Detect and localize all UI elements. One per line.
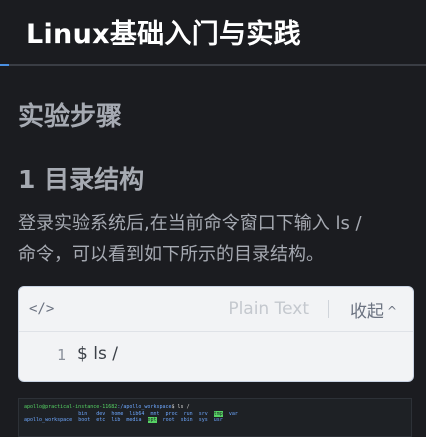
app-header: Linux基础入门与实践: [0, 0, 426, 66]
terminal-screenshot: apollo@practical-instance-11682:/apollo_…: [18, 398, 412, 437]
line-number: 1: [57, 346, 67, 364]
paragraph-line-2: 命令，可以看到如下所示的目录结构。: [18, 244, 324, 265]
terminal-row-2: apollo_workspace boot etc lib media opt …: [24, 417, 223, 423]
terminal-row-1: bin dev home lib64 mnt proc run srv tmp …: [78, 410, 238, 417]
collapse-button[interactable]: 收起 ^: [350, 297, 397, 322]
terminal-prompt-user: apollo@practical-instance-11682: [24, 404, 118, 410]
toolbar-divider: [328, 300, 329, 318]
instruction-paragraph: 登录实验系统后,在当前命令窗口下输入 ls / 命令，可以看到如下所示的目录结构…: [18, 208, 410, 270]
page-title: Linux基础入门与实践: [26, 19, 301, 50]
terminal-prompt-path: :/apollo_workspace: [117, 404, 172, 410]
chevron-up-icon: ^: [386, 304, 397, 318]
code-block: </> Plain Text 收起 ^ 1 $ ls /: [18, 286, 414, 382]
paragraph-line-1: 登录实验系统后,在当前命令窗口下输入 ls /: [18, 213, 362, 234]
code-line: 1 $ ls /: [19, 331, 413, 381]
collapse-label: 收起: [349, 302, 384, 322]
header-accent-bar: [0, 64, 9, 66]
code-language-label: Plain Text: [228, 299, 309, 319]
code-toolbar: </> Plain Text 收起 ^: [19, 287, 413, 332]
section-heading: 实验步骤: [18, 102, 123, 132]
subsection-heading: 1 目录结构: [18, 165, 145, 194]
code-icon: </>: [29, 301, 55, 317]
terminal-command: $ ls /: [171, 404, 190, 410]
code-text: $ ls /: [77, 344, 118, 364]
